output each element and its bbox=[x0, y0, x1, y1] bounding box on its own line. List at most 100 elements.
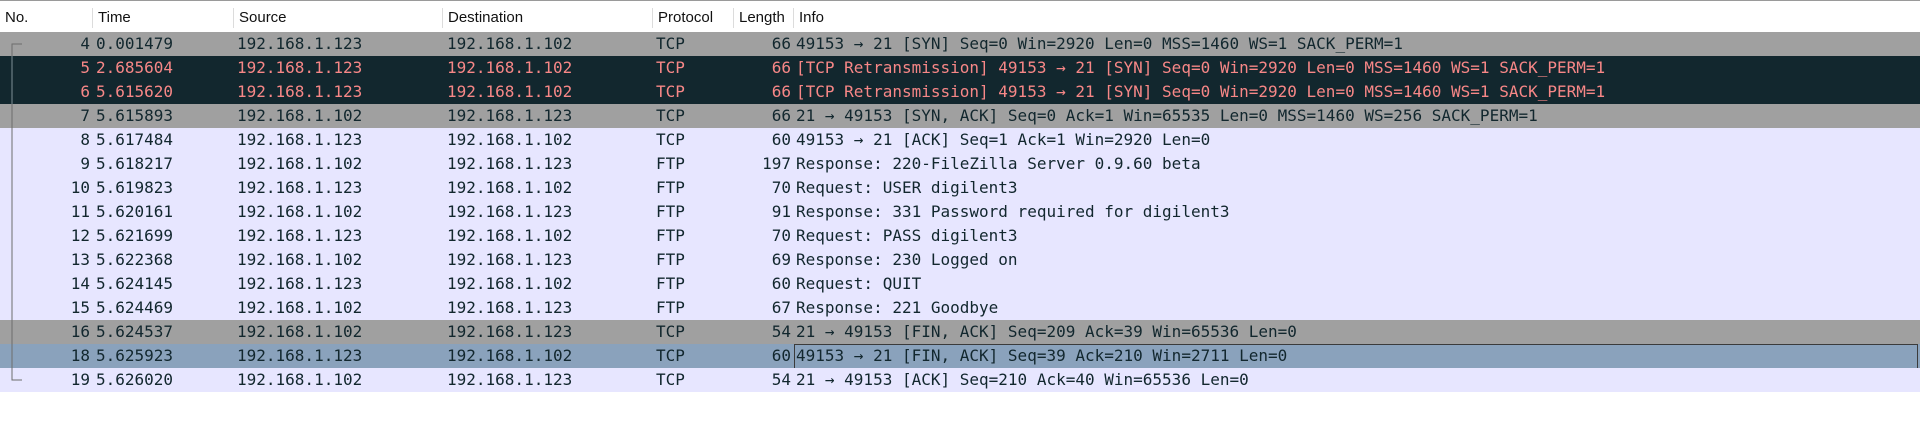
packet-source: 192.168.1.102 bbox=[237, 202, 363, 221]
packet-time: 5.615620 bbox=[96, 82, 174, 101]
packet-protocol: TCP bbox=[656, 58, 685, 77]
column-header-no[interactable]: No. bbox=[0, 4, 92, 32]
packet-row[interactable]: 18 5.625923 192.168.1.123 192.168.1.102 TCP 6… bbox=[0, 344, 1920, 369]
packet-protocol: FTP bbox=[656, 226, 685, 245]
packet-protocol: TCP bbox=[656, 34, 685, 53]
packet-time: 5.619823 bbox=[96, 178, 174, 197]
packet-length: 60 bbox=[771, 130, 791, 149]
packet-row[interactable]: 11 5.620161 192.168.1.102 192.168.1.123 FTP 9… bbox=[0, 200, 1920, 224]
packet-length: 66 bbox=[771, 106, 791, 125]
packet-protocol: TCP bbox=[656, 130, 685, 149]
packet-destination: 192.168.1.123 bbox=[447, 154, 573, 173]
packet-source: 192.168.1.123 bbox=[237, 130, 363, 149]
packet-source: 192.168.1.123 bbox=[237, 226, 363, 245]
packet-info: [TCP Retransmission] 49153 → 21 [SYN] Se… bbox=[796, 58, 1606, 77]
packet-row[interactable]: 9 5.618217 192.168.1.102 192.168.1.123 FTP 19… bbox=[0, 152, 1920, 176]
packet-row[interactable]: 6 5.615620 192.168.1.123 192.168.1.102 TCP 66… bbox=[0, 80, 1920, 104]
packet-source: 192.168.1.102 bbox=[237, 370, 363, 389]
packet-protocol: FTP bbox=[656, 154, 685, 173]
packet-protocol: FTP bbox=[656, 250, 685, 269]
packet-row[interactable]: 15 5.624469 192.168.1.102 192.168.1.123 FTP 6… bbox=[0, 296, 1920, 320]
packet-number: 5 bbox=[80, 58, 90, 77]
packet-destination: 192.168.1.123 bbox=[447, 370, 573, 389]
window-top-border bbox=[0, 0, 1920, 1]
packet-protocol: TCP bbox=[656, 346, 685, 365]
packet-source: 192.168.1.123 bbox=[237, 274, 363, 293]
packet-number: 7 bbox=[80, 106, 90, 125]
packet-length: 70 bbox=[771, 226, 791, 245]
packet-source: 192.168.1.102 bbox=[237, 298, 363, 317]
packet-info: 49153 → 21 [FIN, ACK] Seq=39 Ack=210 Win… bbox=[796, 346, 1288, 365]
packet-source: 192.168.1.123 bbox=[237, 346, 363, 365]
packet-info: 49153 → 21 [SYN] Seq=0 Win=2920 Len=0 MS… bbox=[796, 34, 1403, 53]
packet-length: 60 bbox=[771, 274, 791, 293]
packet-time: 5.617484 bbox=[96, 130, 174, 149]
packet-time: 5.624145 bbox=[96, 274, 174, 293]
packet-destination: 192.168.1.102 bbox=[447, 274, 573, 293]
packet-length: 60 bbox=[771, 346, 791, 365]
packet-time: 5.615893 bbox=[96, 106, 174, 125]
packet-length: 67 bbox=[771, 298, 791, 317]
packet-source: 192.168.1.123 bbox=[237, 178, 363, 197]
packet-protocol: FTP bbox=[656, 274, 685, 293]
packet-info: 49153 → 21 [ACK] Seq=1 Ack=1 Win=2920 Le… bbox=[796, 130, 1211, 149]
packet-number: 6 bbox=[80, 82, 90, 101]
column-header-info[interactable]: Info bbox=[794, 4, 1914, 32]
packet-row[interactable]: 14 5.624145 192.168.1.123 192.168.1.102 FTP 6… bbox=[0, 272, 1920, 296]
packet-info: 21 → 49153 [ACK] Seq=210 Ack=40 Win=6553… bbox=[796, 370, 1249, 389]
packet-info: [TCP Retransmission] 49153 → 21 [SYN] Se… bbox=[796, 82, 1606, 101]
packet-source: 192.168.1.102 bbox=[237, 106, 363, 125]
packet-destination: 192.168.1.102 bbox=[447, 226, 573, 245]
packet-info: 21 → 49153 [SYN, ACK] Seq=0 Ack=1 Win=65… bbox=[796, 106, 1538, 125]
packet-time: 5.620161 bbox=[96, 202, 174, 221]
packet-protocol: TCP bbox=[656, 370, 685, 389]
packet-time: 5.625923 bbox=[96, 346, 174, 365]
packet-row[interactable]: 5 2.685604 192.168.1.123 192.168.1.102 TCP 66… bbox=[0, 56, 1920, 80]
packet-number: 9 bbox=[80, 154, 90, 173]
packet-length: 91 bbox=[771, 202, 791, 221]
packet-row[interactable]: 8 5.617484 192.168.1.123 192.168.1.102 TCP 60… bbox=[0, 128, 1920, 152]
packet-info: Response: 221 Goodbye bbox=[796, 298, 999, 317]
packet-length: 54 bbox=[771, 322, 791, 341]
packet-number: 12 bbox=[70, 226, 90, 245]
packet-time: 2.685604 bbox=[96, 58, 174, 77]
packet-row[interactable]: 10 5.619823 192.168.1.123 192.168.1.102 FTP 7… bbox=[0, 176, 1920, 200]
packet-source: 192.168.1.123 bbox=[237, 34, 363, 53]
packet-destination: 192.168.1.123 bbox=[447, 202, 573, 221]
column-header-destination[interactable]: Destination bbox=[443, 4, 652, 32]
column-header-protocol[interactable]: Protocol bbox=[653, 4, 733, 32]
packet-info: Request: PASS digilent3 bbox=[796, 226, 1018, 245]
packet-number: 18 bbox=[70, 346, 90, 365]
packet-number: 11 bbox=[70, 202, 90, 221]
packet-destination: 192.168.1.102 bbox=[447, 58, 573, 77]
packet-list: 4 0.001479 192.168.1.123 192.168.1.102 TCP 66… bbox=[0, 32, 1920, 392]
packet-protocol: FTP bbox=[656, 178, 685, 197]
packet-row[interactable]: 13 5.622368 192.168.1.102 192.168.1.123 FTP 6… bbox=[0, 248, 1920, 272]
packet-source: 192.168.1.102 bbox=[237, 154, 363, 173]
packet-number: 10 bbox=[70, 178, 90, 197]
column-header-source[interactable]: Source bbox=[234, 4, 442, 32]
packet-number: 19 bbox=[70, 370, 90, 389]
packet-destination: 192.168.1.102 bbox=[447, 34, 573, 53]
packet-row[interactable]: 12 5.621699 192.168.1.123 192.168.1.102 FTP 7… bbox=[0, 224, 1920, 248]
packet-number: 16 bbox=[70, 322, 90, 341]
packet-number: 14 bbox=[70, 274, 90, 293]
packet-destination: 192.168.1.123 bbox=[447, 250, 573, 269]
packet-destination: 192.168.1.102 bbox=[447, 82, 573, 101]
packet-row[interactable]: 4 0.001479 192.168.1.123 192.168.1.102 TCP 66… bbox=[0, 32, 1920, 56]
packet-row[interactable]: 16 5.624537 192.168.1.102 192.168.1.123 TCP 5… bbox=[0, 320, 1920, 344]
packet-source: 192.168.1.102 bbox=[237, 322, 363, 341]
packet-row[interactable]: 19 5.626020 192.168.1.102 192.168.1.123 TCP 5… bbox=[0, 368, 1920, 392]
packet-time: 5.626020 bbox=[96, 370, 174, 389]
column-header-length[interactable]: Length bbox=[734, 4, 793, 32]
packet-number: 4 bbox=[80, 34, 90, 53]
packet-destination: 192.168.1.102 bbox=[447, 178, 573, 197]
packet-time: 0.001479 bbox=[96, 34, 174, 53]
column-header-time[interactable]: Time bbox=[93, 4, 233, 32]
packet-destination: 192.168.1.123 bbox=[447, 106, 573, 125]
packet-row[interactable]: 7 5.615893 192.168.1.102 192.168.1.123 TCP 66… bbox=[0, 104, 1920, 128]
packet-length: 66 bbox=[771, 34, 791, 53]
packet-protocol: FTP bbox=[656, 298, 685, 317]
packet-destination: 192.168.1.102 bbox=[447, 346, 573, 365]
packet-info: Response: 331 Password required for digi… bbox=[796, 202, 1230, 221]
